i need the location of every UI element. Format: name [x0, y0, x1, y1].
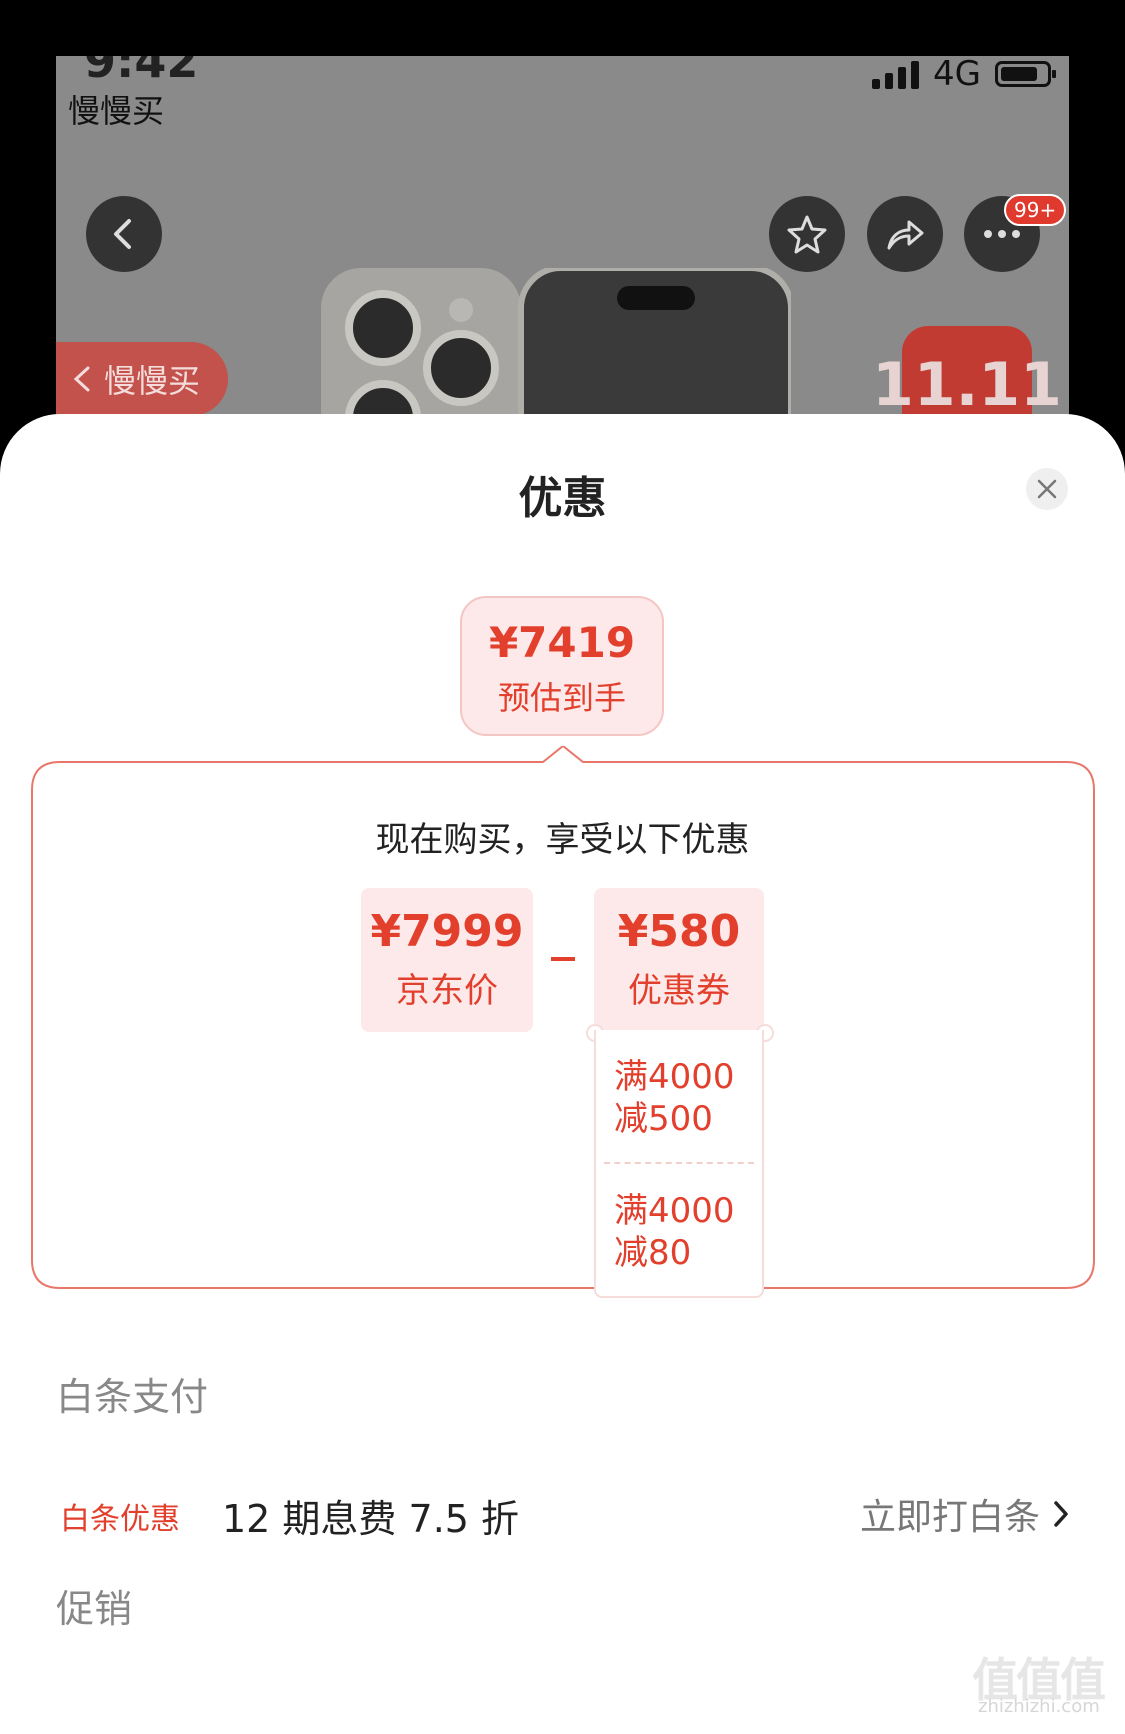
coupon-amount: 减80	[614, 1233, 692, 1273]
sheet-title: 优惠	[518, 473, 607, 524]
close-icon	[1037, 479, 1057, 499]
back-chip-label: 慢慢买	[104, 362, 201, 400]
share-button[interactable]	[867, 196, 943, 272]
more-dots-icon	[984, 230, 1020, 238]
coupon-threshold: 满4000	[614, 1057, 735, 1097]
chevron-left-icon	[73, 366, 90, 392]
estimated-price: ¥7419	[488, 618, 636, 667]
coupon-list: 满4000 减500 满4000 减80	[594, 1030, 764, 1298]
chevron-left-icon	[114, 219, 131, 249]
share-icon	[887, 220, 924, 250]
estimated-price-card: ¥7419 预估到手	[460, 596, 664, 736]
baitiao-section-title: 白条支付	[56, 1375, 209, 1419]
chevron-right-icon	[1054, 1501, 1068, 1527]
discount-sheet: 优惠 ¥7419 预估到手 现在购买，享受以下优惠 ¥7999 京东价 ¥580…	[0, 414, 1125, 1734]
watermark-url: zhizhizhi.com	[978, 1696, 1100, 1717]
jd-price-label: 京东价	[396, 971, 498, 1011]
estimated-price-label: 预估到手	[497, 679, 626, 717]
jd-price-card: ¥7999 京东价	[361, 888, 533, 1032]
back-to-app-chip[interactable]: 慢慢买	[56, 342, 228, 416]
coupon-total-card: ¥580 优惠券	[594, 888, 764, 1032]
star-icon	[787, 215, 827, 254]
message-badge: 99+	[1004, 194, 1067, 226]
battery-icon	[995, 61, 1056, 87]
status-bar-right: 4G	[872, 56, 1056, 94]
back-button[interactable]	[86, 196, 162, 272]
coupon-total-label: 优惠券	[628, 971, 730, 1011]
minus-sign	[551, 957, 575, 961]
coupon-threshold: 满4000	[614, 1191, 735, 1231]
baitiao-desc: 12 期息费 7.5 折	[222, 1497, 520, 1541]
background-page: 9:42 4G 慢慢买 99+ 慢慢买 11.11	[56, 56, 1069, 476]
breakdown-heading: 现在购买，享受以下优惠	[375, 820, 750, 860]
coupon-total: ¥580	[617, 906, 741, 957]
favorite-button[interactable]	[769, 196, 845, 272]
coupon-item: 满4000 减500	[596, 1030, 762, 1162]
network-type: 4G	[933, 56, 981, 94]
jd-price: ¥7999	[370, 906, 524, 957]
close-button[interactable]	[1026, 468, 1068, 510]
baitiao-action[interactable]: 立即打白条	[860, 1488, 1070, 1540]
baitiao-tag: 白条优惠	[60, 1502, 180, 1537]
signal-icon	[872, 59, 920, 89]
baitiao-action-label: 立即打白条	[859, 1497, 1040, 1538]
promotion-section-title: 促销	[56, 1587, 133, 1631]
coupon-item: 满4000 减80	[596, 1164, 762, 1296]
coupon-amount: 减500	[614, 1099, 713, 1139]
back-app-name[interactable]: 慢慢买	[68, 86, 164, 132]
baitiao-row[interactable]: 白条优惠 12 期息费 7.5 折 立即打白条	[60, 1486, 1070, 1546]
status-time: 9:42	[84, 56, 199, 88]
